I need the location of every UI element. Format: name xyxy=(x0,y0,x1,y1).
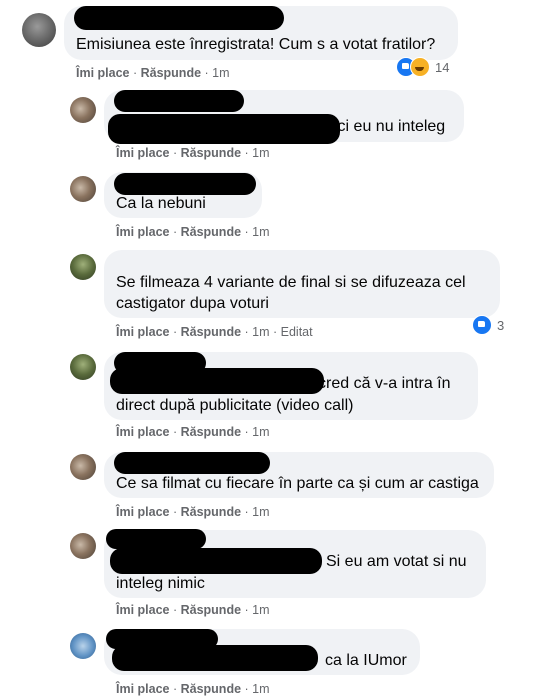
comment-actions: Îmi place · Răspunde · 1m xyxy=(116,425,270,439)
redacted-text xyxy=(108,114,340,144)
like-link[interactable]: Îmi place xyxy=(116,146,170,160)
redacted-text xyxy=(110,548,322,574)
comment-actions: Îmi place · Răspunde · 1m xyxy=(116,682,270,696)
reaction-summary[interactable]: 14 xyxy=(396,57,449,77)
like-link[interactable]: Îmi place xyxy=(76,66,130,80)
comment-actions: Îmi place · Răspunde · 1m · Editat xyxy=(116,325,313,339)
redacted-author-name xyxy=(114,173,256,195)
comment-text: Emisiunea este înregistrata! Cum s a vot… xyxy=(76,36,436,53)
comment-text: ici eu nu inteleg xyxy=(334,118,446,135)
avatar[interactable] xyxy=(70,97,96,123)
like-link[interactable]: Îmi place xyxy=(116,325,170,339)
timestamp[interactable]: 1m xyxy=(252,603,269,617)
reaction-count: 3 xyxy=(497,317,505,333)
comment-text: Se filmeaza 4 variante de final si se di… xyxy=(116,274,466,291)
comment-text: castigator dupa voturi xyxy=(116,295,269,312)
comment-actions: Îmi place · Răspunde · 1m xyxy=(116,505,270,519)
like-link[interactable]: Îmi place xyxy=(116,603,170,617)
avatar[interactable] xyxy=(70,254,96,280)
timestamp[interactable]: 1m xyxy=(252,225,269,239)
redacted-author-name xyxy=(114,452,270,474)
reaction-summary[interactable]: 3 xyxy=(472,315,504,335)
comment-text: Si eu am votat si nu xyxy=(326,553,467,570)
comment-text: inteleg nimic xyxy=(116,575,205,592)
edited-label[interactable]: Editat xyxy=(281,325,313,339)
timestamp[interactable]: 1m xyxy=(252,682,269,696)
reply-link[interactable]: Răspunde xyxy=(181,603,241,617)
redacted-author-name xyxy=(74,6,284,30)
reply-link[interactable]: Răspunde xyxy=(181,505,241,519)
comments-panel: { "comments": [ {"text": ["Emisiunea est… xyxy=(0,0,560,700)
like-reaction-icon xyxy=(472,315,492,335)
like-link[interactable]: Îmi place xyxy=(116,505,170,519)
reply-link[interactable]: Răspunde xyxy=(181,146,241,160)
like-link[interactable]: Îmi place xyxy=(116,682,170,696)
reply-link[interactable]: Răspunde xyxy=(181,682,241,696)
timestamp[interactable]: 1m xyxy=(252,425,269,439)
haha-reaction-icon xyxy=(410,57,430,77)
timestamp[interactable]: 1m xyxy=(252,505,269,519)
timestamp[interactable]: 1m xyxy=(212,66,229,80)
reply-link[interactable]: Răspunde xyxy=(181,225,241,239)
comment-text: Ce sa filmat cu fiecare în parte ca și c… xyxy=(116,475,479,492)
avatar[interactable] xyxy=(70,454,96,480)
redacted-author-name xyxy=(114,90,244,112)
comment-actions: Îmi place · Răspunde · 1m xyxy=(76,66,230,80)
avatar[interactable] xyxy=(70,176,96,202)
reply-link[interactable]: Răspunde xyxy=(181,425,241,439)
reaction-count: 14 xyxy=(435,59,450,75)
avatar[interactable] xyxy=(22,13,56,47)
comment-actions: Îmi place · Răspunde · 1m xyxy=(116,146,270,160)
reply-link[interactable]: Răspunde xyxy=(181,325,241,339)
comment-actions: Îmi place · Răspunde · 1m xyxy=(116,603,270,617)
comment-text: ca la IUmor xyxy=(325,652,407,669)
redacted-text xyxy=(110,368,324,394)
reply-link[interactable]: Răspunde xyxy=(141,66,201,80)
avatar[interactable] xyxy=(70,533,96,559)
redacted-author-name xyxy=(106,529,206,549)
like-link[interactable]: Îmi place xyxy=(116,425,170,439)
comment-actions: Îmi place · Răspunde · 1m xyxy=(116,225,270,239)
comment-text: Ca la nebuni xyxy=(116,195,206,212)
timestamp[interactable]: 1m xyxy=(252,325,269,339)
redacted-text xyxy=(112,645,318,671)
avatar[interactable] xyxy=(70,354,96,380)
comment-text: cred că v-a intra în xyxy=(318,375,451,392)
like-link[interactable]: Îmi place xyxy=(116,225,170,239)
avatar[interactable] xyxy=(70,633,96,659)
timestamp[interactable]: 1m xyxy=(252,146,269,160)
comment-text: direct după publicitate (video call) xyxy=(116,397,354,414)
